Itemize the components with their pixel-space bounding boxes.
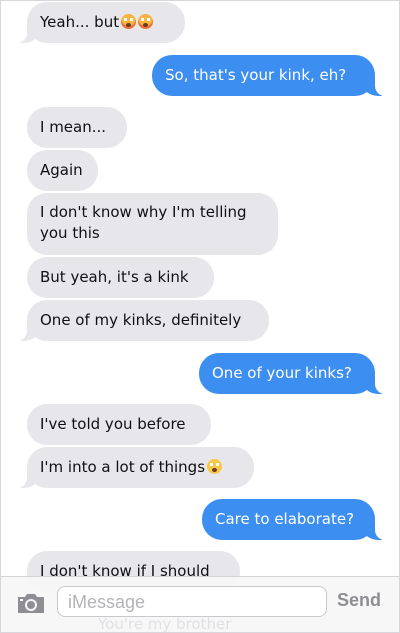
message-text: Care to elaborate? [215, 510, 355, 528]
message-bubble-outgoing[interactable]: So, that's your kink, eh? [152, 55, 385, 96]
message-text: I mean... [40, 118, 107, 136]
face-screaming-icon [121, 14, 137, 29]
message-text-line-1: I don't know why I'm telling [40, 203, 247, 221]
message-text: Yeah... but [40, 13, 120, 31]
message-bubble-outgoing[interactable]: Care to elaborate? [202, 499, 385, 540]
message-text: So, that's your kink, eh? [165, 66, 347, 84]
message-bubble-incoming[interactable]: I've told you before [27, 404, 211, 445]
message-text: But yeah, it's a kink [40, 268, 189, 286]
message-text: One of your kinks? [212, 364, 352, 382]
message-bubble-incoming[interactable]: Again [27, 150, 98, 191]
message-bubble-outgoing[interactable]: One of your kinks? [199, 353, 385, 394]
conversation-view[interactable]: Yeah... but So, that's your kink, eh? I … [0, 0, 400, 633]
message-text: I don't know if I should [40, 562, 210, 580]
message-bubble-incoming[interactable]: One of my kinks, definitely [17, 300, 269, 341]
message-bubble-incoming[interactable]: I don't know why I'm telling you this [27, 193, 278, 255]
message-input-placeholder: iMessage [68, 592, 146, 612]
message-bubble-incoming[interactable]: Yeah... but [17, 2, 185, 43]
message-bubble-incoming[interactable]: I mean... [27, 107, 127, 148]
message-text: One of my kinks, definitely [40, 311, 242, 329]
message-bubble-incoming[interactable]: But yeah, it's a kink [27, 257, 214, 298]
message-text: I'm into a lot of things [40, 458, 206, 476]
message-composer: iMessage You're my brother Send [1, 576, 399, 632]
message-text: Again [40, 161, 83, 179]
face-screaming-icon [138, 14, 154, 29]
message-input[interactable]: iMessage You're my brother [57, 586, 327, 632]
message-text-line-2: you this [40, 224, 100, 242]
message-text: I've told you before [40, 415, 186, 433]
send-button[interactable]: Send [337, 590, 381, 611]
flushed-face-icon [207, 459, 223, 474]
message-bubble-incoming[interactable]: I'm into a lot of things [17, 447, 254, 488]
ghost-text: You're my brother [98, 615, 232, 633]
camera-icon[interactable] [16, 592, 46, 614]
